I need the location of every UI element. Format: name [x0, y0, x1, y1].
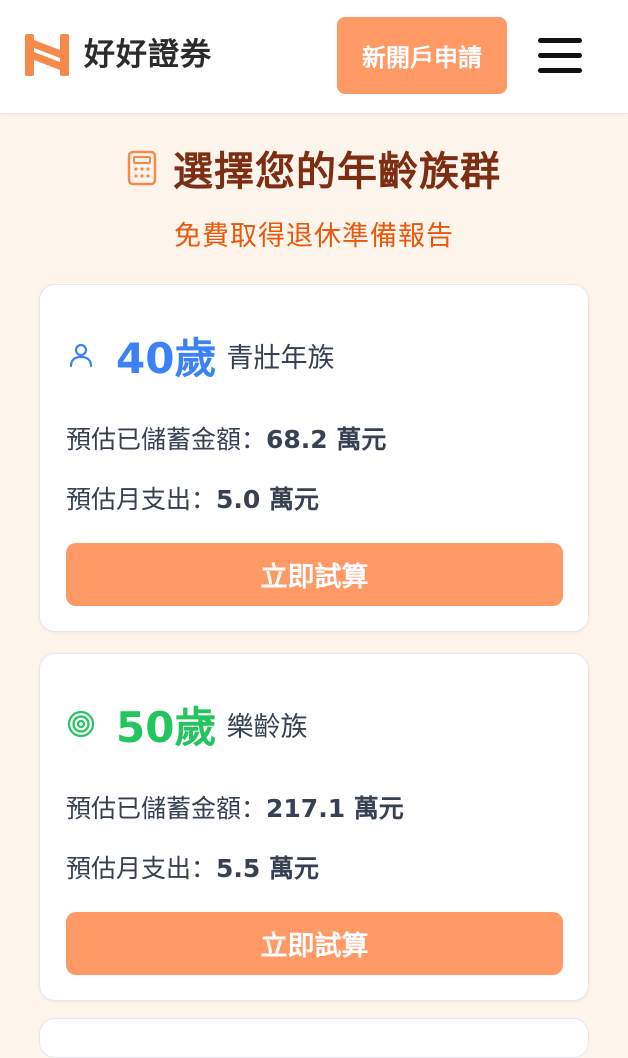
brand-name[interactable]: 好好證券 [84, 34, 212, 76]
user-icon [69, 343, 93, 368]
card-header: 50歲 樂齡族 [66, 694, 307, 754]
expense-value: 5.0 萬元 [216, 485, 320, 514]
page-title-row: 選擇您的年齡族群 [0, 140, 628, 196]
card-header: 40歲 青壯年族 [66, 325, 334, 385]
savings-label: 預估已儲蓄金額： [66, 794, 267, 823]
page-title: 選擇您的年齡族群 [173, 149, 501, 195]
expense-value: 5.5 萬元 [216, 854, 320, 883]
savings-row: 預估已儲蓄金額：217.1 萬元 [66, 789, 404, 825]
target-icon [67, 710, 95, 738]
age-group-label: 青壯年族 [226, 342, 335, 374]
savings-value: 68.2 萬元 [266, 425, 387, 454]
brand-logo-icon[interactable] [25, 34, 69, 76]
savings-value: 217.1 萬元 [266, 794, 404, 823]
expense-label: 預估月支出： [66, 485, 217, 514]
age-card-50: 50歲 樂齡族 預估已儲蓄金額：217.1 萬元 預估月支出：5.5 萬元 立即… [39, 653, 589, 1001]
expense-label: 預估月支出： [66, 854, 217, 883]
site-header: 好好證券 新開戶申請 [0, 0, 628, 114]
calculate-button[interactable]: 立即試算 [66, 543, 563, 606]
page-subtitle: 免費取得退休準備報告 [174, 221, 454, 252]
hamburger-menu-icon[interactable] [538, 36, 584, 76]
age-group-label: 樂齡族 [226, 711, 308, 743]
age-label: 40歲 [116, 333, 217, 383]
expense-row: 預估月支出：5.5 萬元 [66, 849, 319, 885]
expense-row: 預估月支出：5.0 萬元 [66, 480, 319, 516]
open-account-button[interactable]: 新開戶申請 [337, 17, 507, 94]
savings-label: 預估已儲蓄金額： [66, 425, 267, 454]
calculator-icon [127, 150, 157, 186]
age-card-40: 40歲 青壯年族 預估已儲蓄金額：68.2 萬元 預估月支出：5.0 萬元 立即… [39, 284, 589, 632]
savings-row: 預估已儲蓄金額：68.2 萬元 [66, 420, 386, 456]
calculate-button[interactable]: 立即試算 [66, 912, 563, 975]
age-card-next [39, 1018, 589, 1058]
age-label: 50歲 [116, 702, 217, 752]
